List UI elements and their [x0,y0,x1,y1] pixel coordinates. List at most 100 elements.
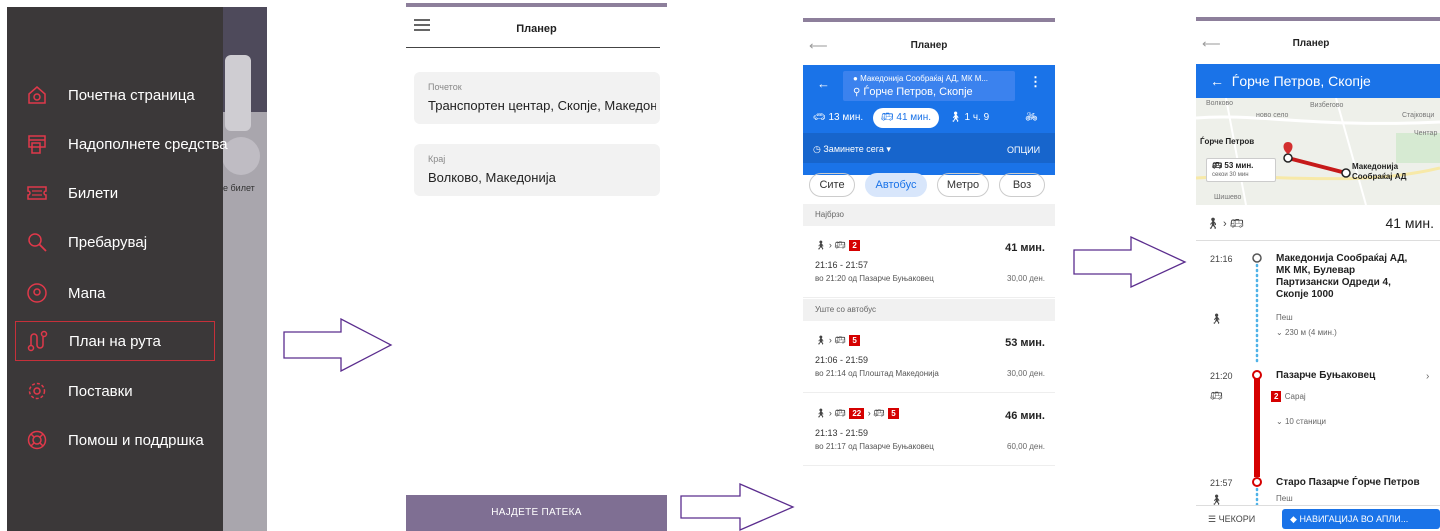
menu-item-label: Почетна страница [68,86,195,104]
ticket-icon [27,186,47,200]
detail-header-title[interactable]: ← Ѓорче Петров, Скопје [1210,73,1371,89]
flow-arrow-3 [1073,236,1187,288]
map-label: Чентар [1414,130,1438,137]
start-input[interactable]: Транспортен центар, Скопје, Македонија [428,98,656,113]
walk-distance-toggle[interactable]: ⌄ 230 м (4 мин.) [1276,328,1337,337]
route-icon [27,330,48,352]
map-label: Ѓорче Петров [1200,137,1255,146]
destination-text[interactable]: ⚲ Ѓорче Петров, Скопје [853,86,973,98]
pin-icon: ⚲ [853,87,861,98]
navigation-drawer: Почетна страница Надополнете средства Би… [7,7,228,531]
search-icon [28,233,47,252]
depart-now-dropdown[interactable]: ◷ Заминете сега ▾ [813,144,891,155]
end-input[interactable]: Волково, Македонија [428,170,656,185]
map-card-duration: 53 мин. [1224,161,1254,170]
options-button[interactable]: ОПЦИИ [1007,145,1040,155]
menu-item-top-up[interactable]: Надополнете средства [7,124,228,164]
step-origin-line2: МК МК, Булевар [1276,265,1356,276]
chip-metro[interactable]: Метро [937,173,989,197]
menu-item-label: План на рута [69,332,161,350]
map-label: Стајковци [1402,112,1435,119]
menu-item-map[interactable]: Мапа [7,273,223,313]
route-times: 21:13 - 21:59 [815,428,869,438]
mode-walk[interactable]: 🚶︎ 1 ч. 9 [949,112,989,123]
transit-duration: 41 мин. [896,112,932,123]
top-accent-bar [803,18,1055,22]
line-destination: Сарај [1284,392,1306,401]
route-option[interactable]: 🚶︎ › 🚌︎ 22 › 🚌︎ 5 46 мин. 21:13 - 21:59 … [803,394,1055,466]
walk-label: Пеш [1276,494,1293,503]
bus-icon: 🚌︎ [1210,391,1223,402]
stops-count: 10 станици [1284,417,1327,426]
section-more-bus: Уште со автобус [803,299,1055,321]
menu-item-tickets[interactable]: Билети [7,173,223,213]
map-label: ново село [1256,112,1289,119]
walk-duration: 1 ч. 9 [964,112,990,123]
menu-item-search[interactable]: Пребарувај [7,222,223,262]
menu-item-label: Надополнете средства [68,135,228,153]
start-label: Почеток [428,82,462,92]
chip-all[interactable]: Сите [809,173,855,197]
route-option[interactable]: 🚶︎ › 🚌︎ 2 41 мин. 21:16 - 21:57 во 21:20… [803,226,1055,298]
navigation-icon: ◆ [1290,514,1297,524]
clock-icon: ◷ [813,144,821,154]
origin-text[interactable]: ● Македонија Сообраќај АД, МК М... [853,74,988,83]
find-route-button[interactable]: НАЈДЕТЕ ПАТЕКА [406,495,667,531]
route-via: во 21:17 од Пазарче Буњаковец [815,442,934,451]
route-option[interactable]: 🚶︎ › 🚌︎ 5 53 мин. 21:06 - 21:59 во 21:14… [803,321,1055,393]
menu-item-label: Помош и поддршка [68,431,204,449]
start-field[interactable]: Почеток Транспортен центар, Скопје, Маке… [414,72,660,124]
menu-item-help[interactable]: Помош и поддршка [7,420,223,460]
menu-item-route-plan[interactable]: План на рута [15,321,215,361]
route-via: во 21:20 од Пазарче Буњаковец [815,274,934,283]
stops-toggle[interactable]: ⌄ 10 станици [1276,417,1326,426]
step-stop: Старо Пазарче Ѓорче Петров [1276,477,1420,488]
end-label: Крај [428,154,446,164]
map-label: Сообраќај АД [1352,172,1407,181]
chip-train[interactable]: Воз [999,173,1045,197]
chip-bus[interactable]: Автобус [865,173,927,197]
steps-label: ЧЕКОРИ [1218,514,1256,524]
directions-back-icon[interactable]: ← [817,76,830,91]
route-price: 60,00 ден. [1007,442,1045,451]
route-map[interactable]: Волково Визбегово ново село Стајковци Ѓо… [1196,98,1440,205]
mode-car[interactable]: 🚗︎ 13 мин. [813,112,863,123]
summary-duration: 41 мин. [1385,215,1434,231]
route-detail-screen: ⟵ Планер ← Ѓорче Петров, Скопје Волково … [1196,17,1440,531]
app-drawer-screen: те билет Почетна страница Надополнете ср… [7,7,267,531]
depart-value: Заминете сега [823,144,884,154]
menu-item-settings[interactable]: Поставки [7,371,223,411]
page-title: Планер [516,23,557,35]
steps-button[interactable]: ☰ ЧЕКОРИ [1208,514,1255,525]
line-badge: 2 [1271,391,1282,402]
bicycle-icon[interactable]: 🚲︎ [1025,112,1038,123]
route-summary: 🚶︎ › 🚌︎ 41 мин. [1196,213,1440,239]
route-steps: 🚶︎ › 🚌︎ 22 › 🚌︎ 5 [815,408,900,419]
origin-value: Македонија Сообраќај АД, МК М... [860,74,989,83]
map-label: Шишево [1214,194,1242,201]
mode-transit[interactable]: 🚌︎ 41 мин. [873,108,939,128]
flow-arrow-1 [283,318,393,372]
end-field[interactable]: Крај Волково, Македонија [414,144,660,196]
step-origin-line4: Скопје 1000 [1276,289,1334,300]
background-card [225,55,251,131]
route-steps: 🚶︎ › 🚌︎ 5 [815,335,861,346]
menu-item-label: Пребарувај [68,233,148,251]
page-title: Планер [910,40,948,51]
more-options-icon[interactable]: ⋮ [1029,74,1042,90]
walk-icon: 🚶︎ [1210,314,1223,325]
line-badge: 5 [849,335,860,346]
line-info: 2 Сарај [1270,391,1306,402]
background-ticket-label: те билет [219,183,255,193]
map-route-card[interactable]: 🚌︎ 53 мин. секои 30 мин [1206,158,1276,182]
line-badge: 22 [849,408,865,419]
step-stop[interactable]: Пазарче Буњаковец [1276,370,1375,381]
car-icon: 🚗︎ [813,112,826,123]
menu-item-home[interactable]: Почетна страница [7,75,223,115]
chevron-right-icon[interactable]: › [1426,371,1429,382]
navigation-label: НАВИГАЦИЈА ВО АПЛИ... [1299,514,1409,524]
top-accent-bar [406,3,667,7]
route-steps: 🚶︎ › 🚌︎ 2 [815,240,861,251]
step-origin-line3: Партизански Одреди 4, [1276,277,1391,288]
navigation-button[interactable]: ◆ НАВИГАЦИЈА ВО АПЛИ... [1282,509,1440,529]
